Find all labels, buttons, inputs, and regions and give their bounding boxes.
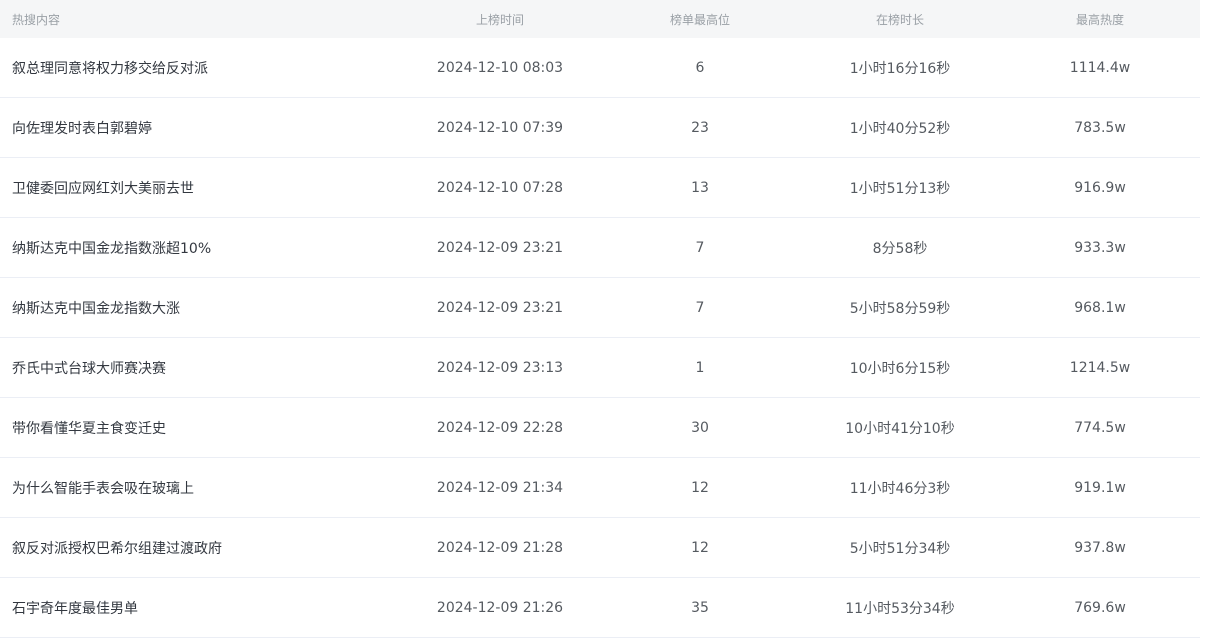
max-heat-cell: 1214.5w	[1069, 359, 1131, 376]
duration-cell: 10小时6分15秒	[849, 360, 951, 377]
top-rank-cell: 1	[695, 359, 705, 376]
listed-time-cell: 2024-12-10 07:39	[436, 119, 564, 136]
hot-search-title-link[interactable]: 叙总理同意将权力移交给反对派	[0, 58, 400, 78]
duration-cell: 5小时58分59秒	[849, 300, 951, 317]
max-heat-cell: 937.8w	[1074, 539, 1126, 556]
duration-cell: 1小时16分16秒	[849, 60, 951, 77]
top-rank-cell: 35	[691, 599, 709, 616]
duration-cell: 11小时46分3秒	[849, 480, 951, 497]
listed-time-cell: 2024-12-09 23:13	[436, 359, 564, 376]
table-row[interactable]: 乔氏中式台球大师赛决赛 2024-12-09 23:13 1 10小时6分15秒 121…	[0, 338, 1200, 398]
hot-search-title-link[interactable]: 乔氏中式台球大师赛决赛	[0, 358, 400, 378]
listed-time-cell: 2024-12-10 08:03	[436, 59, 564, 76]
listed-time-cell: 2024-12-09 22:28	[436, 419, 564, 436]
hot-search-title-link[interactable]: 叙反对派授权巴希尔组建过渡政府	[0, 538, 400, 558]
listed-time-cell: 2024-12-09 23:21	[436, 239, 564, 256]
max-heat-cell: 919.1w	[1074, 479, 1126, 496]
table-header: 热搜内容 上榜时间 榜单最高位 在榜时长 最高热度	[0, 0, 1200, 38]
top-rank-cell: 12	[691, 479, 709, 496]
duration-cell: 10小时41分10秒	[845, 420, 955, 437]
hot-search-title-link[interactable]: 纳斯达克中国金龙指数大涨	[0, 298, 400, 318]
top-rank-cell: 23	[691, 119, 709, 136]
max-heat-cell: 774.5w	[1074, 419, 1126, 436]
listed-time-cell: 2024-12-09 21:34	[436, 479, 564, 496]
top-rank-cell: 7	[695, 299, 705, 316]
column-header-duration[interactable]: 在榜时长	[800, 11, 1000, 28]
table-row[interactable]: 为什么智能手表会吸在玻璃上 2024-12-09 21:34 12 11小时46分3秒…	[0, 458, 1200, 518]
top-rank-cell: 30	[691, 419, 709, 436]
table-row[interactable]: 纳斯达克中国金龙指数涨超10% 2024-12-09 23:21 7 8分58秒 933…	[0, 218, 1200, 278]
duration-cell: 5小时51分34秒	[849, 540, 951, 557]
listed-time-cell: 2024-12-09 23:21	[436, 299, 564, 316]
duration-cell: 8分58秒	[872, 240, 928, 257]
scroll-gutter	[1200, 0, 1206, 642]
duration-cell: 1小时51分13秒	[849, 180, 951, 197]
column-header-max-heat[interactable]: 最高热度	[1000, 11, 1200, 28]
column-header-top-rank[interactable]: 榜单最高位	[600, 11, 800, 28]
top-rank-cell: 13	[691, 179, 709, 196]
listed-time-cell: 2024-12-09 21:28	[436, 539, 564, 556]
top-rank-cell: 6	[695, 59, 705, 76]
max-heat-cell: 769.6w	[1074, 599, 1126, 616]
hot-search-title-link[interactable]: 石宇奇年度最佳男单	[0, 598, 400, 618]
max-heat-cell: 916.9w	[1074, 179, 1126, 196]
max-heat-cell: 1114.4w	[1069, 59, 1131, 76]
table-row[interactable]: 向佐理发时表白郭碧婷 2024-12-10 07:39 23 1小时40分52秒 783…	[0, 98, 1200, 158]
column-header-listed-time[interactable]: 上榜时间	[400, 11, 600, 28]
hot-search-title-link[interactable]: 纳斯达克中国金龙指数涨超10%	[0, 238, 400, 258]
max-heat-cell: 968.1w	[1074, 299, 1126, 316]
max-heat-cell: 933.3w	[1074, 239, 1126, 256]
top-rank-cell: 7	[695, 239, 705, 256]
table-row[interactable]: 带你看懂华夏主食变迁史 2024-12-09 22:28 30 10小时41分10秒 7…	[0, 398, 1200, 458]
table-row[interactable]: 叙总理同意将权力移交给反对派 2024-12-10 08:03 6 1小时16分16秒…	[0, 38, 1200, 98]
table-body: 叙总理同意将权力移交给反对派 2024-12-10 08:03 6 1小时16分16秒…	[0, 38, 1200, 638]
top-rank-cell: 12	[691, 539, 709, 556]
duration-cell: 1小时40分52秒	[849, 120, 951, 137]
hot-search-title-link[interactable]: 卫健委回应网红刘大美丽去世	[0, 178, 400, 198]
listed-time-cell: 2024-12-10 07:28	[436, 179, 564, 196]
table-row[interactable]: 石宇奇年度最佳男单 2024-12-09 21:26 35 11小时53分34秒 769…	[0, 578, 1200, 638]
hot-search-title-link[interactable]: 向佐理发时表白郭碧婷	[0, 118, 400, 138]
table-row[interactable]: 叙反对派授权巴希尔组建过渡政府 2024-12-09 21:28 12 5小时51分3…	[0, 518, 1200, 578]
hot-search-title-link[interactable]: 带你看懂华夏主食变迁史	[0, 418, 400, 438]
listed-time-cell: 2024-12-09 21:26	[436, 599, 564, 616]
hot-search-title-link[interactable]: 为什么智能手表会吸在玻璃上	[0, 478, 400, 498]
duration-cell: 11小时53分34秒	[845, 600, 955, 617]
table-row[interactable]: 卫健委回应网红刘大美丽去世 2024-12-10 07:28 13 1小时51分13秒…	[0, 158, 1200, 218]
table-row[interactable]: 纳斯达克中国金龙指数大涨 2024-12-09 23:21 7 5小时58分59秒 96…	[0, 278, 1200, 338]
hot-search-table: 热搜内容 上榜时间 榜单最高位 在榜时长 最高热度 叙总理同意将权力移交给反对派…	[0, 0, 1206, 642]
max-heat-cell: 783.5w	[1074, 119, 1126, 136]
column-header-content[interactable]: 热搜内容	[0, 11, 400, 28]
